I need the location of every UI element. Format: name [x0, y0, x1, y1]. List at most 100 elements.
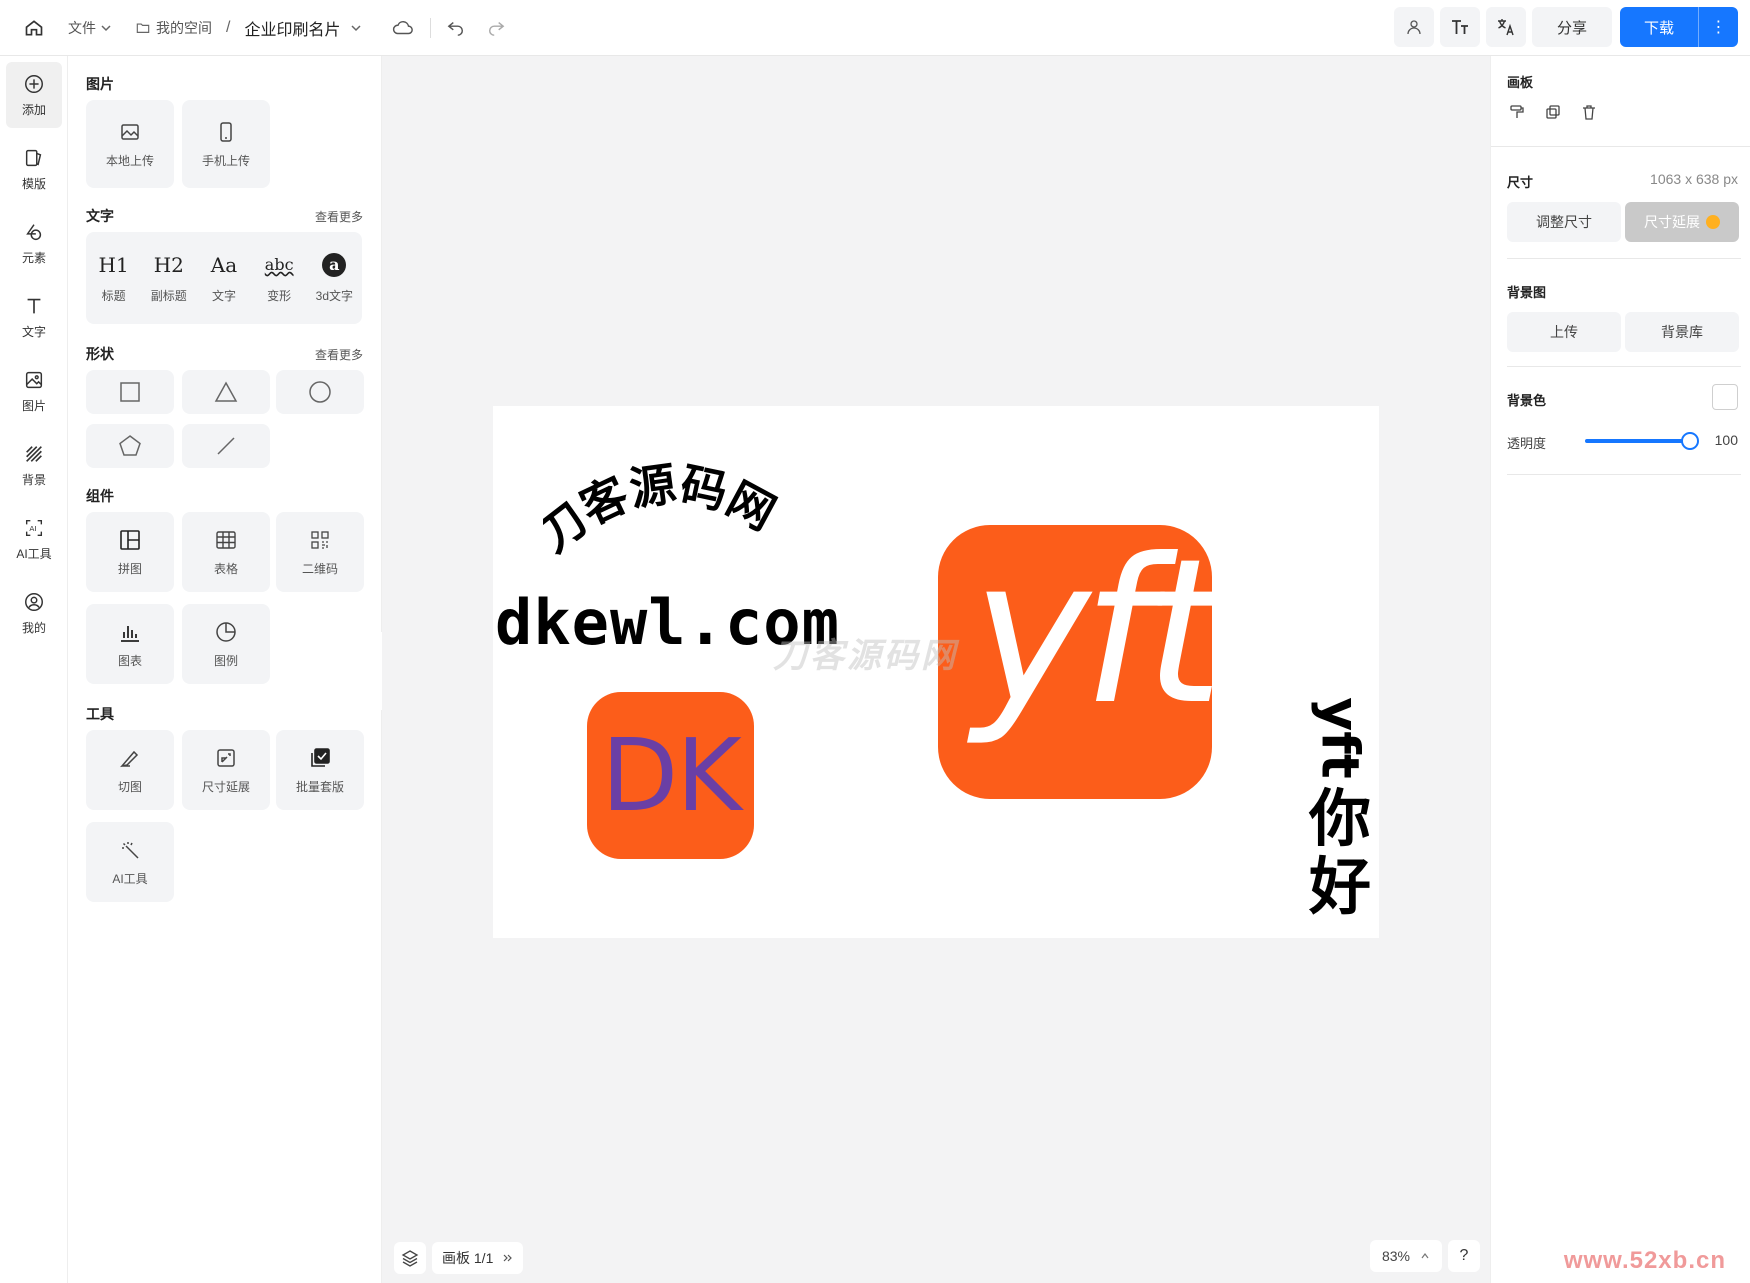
download-button[interactable]: 下载	[1620, 7, 1698, 47]
shape-rectangle[interactable]	[86, 370, 174, 414]
table-icon	[216, 530, 236, 549]
dk-logo-element[interactable]: DK	[587, 692, 754, 859]
undo-button[interactable]	[447, 20, 465, 36]
rail-item-label: 元素	[21, 250, 46, 265]
corner-watermark: www.52xb.cn	[1563, 1247, 1726, 1274]
collaborator-button[interactable]	[1394, 7, 1434, 47]
text-preset-body[interactable]: Aa 文字	[199, 253, 249, 304]
card-label: 尺寸延展	[201, 779, 250, 794]
rail-item-elements[interactable]: 元素	[6, 210, 62, 276]
text-preset-subtitle[interactable]: H2 副标题	[144, 253, 194, 304]
help-button[interactable]: ?	[1448, 1240, 1480, 1272]
canvas-workspace[interactable]: 刀客源码网 dkewl.com DK yft 刀客源码网 yft 你 好 画板 …	[382, 56, 1490, 1283]
download-more-button[interactable]: ⋮	[1698, 7, 1738, 47]
3d-text-glyph: a	[322, 252, 347, 277]
phone-upload-button[interactable]: 手机上传	[182, 100, 270, 188]
rail-item-background[interactable]: 背景	[6, 432, 62, 498]
opacity-slider-handle[interactable]	[1681, 432, 1699, 450]
section-title-text: 文字	[86, 208, 114, 224]
component-table[interactable]: 表格	[182, 512, 270, 592]
document-title-text: 企业印刷名片	[244, 21, 341, 39]
card-label: 图表	[117, 653, 142, 668]
text-see-more-link[interactable]: 查看更多	[315, 208, 363, 225]
background-color-swatch[interactable]	[1712, 384, 1738, 410]
cloud-save-button[interactable]	[392, 20, 414, 36]
zoom-dropdown[interactable]: 83%	[1369, 1240, 1442, 1272]
translate-button[interactable]	[1486, 7, 1526, 47]
line-icon	[217, 437, 235, 455]
canvas-watermark: 刀客源码网	[773, 637, 958, 675]
component-chart[interactable]: 图表	[86, 604, 174, 684]
rail-item-image[interactable]: 图片	[6, 358, 62, 424]
card-label: 二维码	[301, 561, 338, 576]
rail-item-ai-tools[interactable]: AI AI工具	[6, 506, 62, 572]
upload-background-button[interactable]: 上传	[1507, 312, 1621, 352]
left-rail: 添加 模版 元素 文字 图片 背景 AI AI工具 我的	[0, 56, 68, 1283]
vertical-text-cjk-2: 好	[1308, 853, 1371, 923]
shape-pentagon[interactable]	[86, 424, 174, 468]
card-label: AI工具	[112, 871, 148, 886]
component-legend[interactable]: 图例	[182, 604, 270, 684]
breadcrumb-space[interactable]: 我的空间	[136, 18, 212, 38]
chevron-down-icon	[101, 24, 111, 31]
rail-item-text[interactable]: 文字	[6, 284, 62, 350]
font-button[interactable]	[1440, 7, 1480, 47]
rail-item-add[interactable]: 添加	[6, 62, 62, 128]
rail-item-mine[interactable]: 我的	[6, 580, 62, 646]
size-extend-button[interactable]: 尺寸延展	[1625, 202, 1739, 242]
svg-text:刀客源码网: 刀客源码网	[543, 457, 784, 563]
opacity-slider-track[interactable]	[1585, 439, 1691, 443]
card-label: 切图	[117, 779, 142, 794]
image-icon	[121, 123, 139, 140]
background-library-button[interactable]: 背景库	[1625, 312, 1739, 352]
divider	[1507, 366, 1741, 367]
shape-line[interactable]	[182, 424, 270, 468]
layers-button[interactable]	[394, 1242, 426, 1274]
background-image-label: 背景图	[1507, 285, 1547, 300]
resize-button[interactable]: 调整尺寸	[1507, 202, 1621, 242]
arc-text-element[interactable]: 刀客源码网	[543, 456, 803, 566]
section-title-tools: 工具	[86, 706, 114, 722]
shape-circle[interactable]	[276, 370, 364, 414]
download-button-group: 下载 ⋮	[1620, 7, 1738, 47]
magic-wand-icon	[122, 841, 139, 859]
document-title[interactable]: 企业印刷名片	[244, 16, 362, 40]
shape-triangle[interactable]	[182, 370, 270, 414]
text-preset-warp[interactable]: abc 变形	[254, 253, 304, 304]
rail-item-template[interactable]: 模版	[6, 136, 62, 202]
artboard[interactable]: 刀客源码网 dkewl.com DK yft 刀客源码网 yft 你 好	[493, 406, 1379, 938]
tool-ai[interactable]: AI工具	[86, 822, 174, 902]
phone-icon	[220, 121, 232, 142]
text-preset-label: 3d文字	[315, 288, 354, 303]
collage-icon	[120, 529, 140, 550]
board-switcher[interactable]: 画板 1/1	[432, 1242, 524, 1274]
component-collage[interactable]: 拼图	[86, 512, 174, 592]
local-upload-button[interactable]: 本地上传	[86, 100, 174, 188]
shapes-see-more-link[interactable]: 查看更多	[315, 346, 363, 363]
board-controls: 画板 1/1	[394, 1240, 524, 1276]
chevron-double-right-icon	[503, 1254, 513, 1262]
text-preset-3d[interactable]: a 3d文字	[309, 252, 359, 304]
template-icon	[25, 149, 42, 166]
text-preset-label: 副标题	[150, 288, 187, 303]
text-preset-title[interactable]: H1 标题	[89, 253, 139, 304]
resize-icon	[217, 748, 235, 767]
tool-size-extend[interactable]: 尺寸延展	[182, 730, 270, 810]
home-button[interactable]	[14, 8, 54, 48]
vertical-text-element[interactable]: yft 你 好	[1305, 690, 1375, 922]
rail-item-label: 文字	[21, 324, 46, 339]
redo-button[interactable]	[487, 20, 505, 36]
share-button[interactable]: 分享	[1532, 7, 1612, 47]
duplicate-board-button[interactable]	[1541, 100, 1565, 124]
board-switcher-label: 画板 1/1	[442, 1250, 494, 1266]
triangle-icon	[214, 381, 238, 402]
user-icon	[1407, 20, 1421, 35]
delete-board-button[interactable]	[1577, 100, 1601, 124]
format-painter-button[interactable]	[1505, 100, 1529, 124]
component-qrcode[interactable]: 二维码	[276, 512, 364, 592]
tool-slice[interactable]: 切图	[86, 730, 174, 810]
file-menu[interactable]: 文件	[68, 18, 112, 38]
size-label: 尺寸	[1507, 175, 1534, 190]
tool-batch-template[interactable]: 批量套版	[276, 730, 364, 810]
yft-logo-element[interactable]: yft	[938, 525, 1212, 799]
